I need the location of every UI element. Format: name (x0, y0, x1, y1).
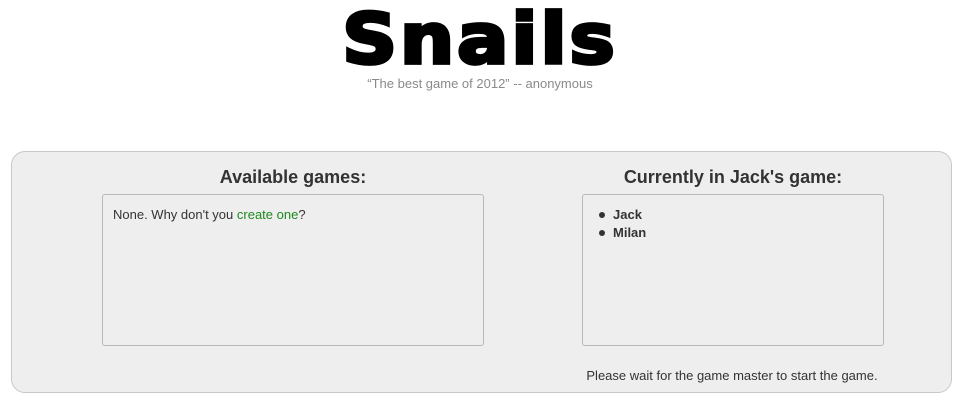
no-games-suffix: ? (298, 207, 306, 222)
available-games-box: None. Why don't you create one? (102, 194, 484, 346)
player-name: Jack (613, 207, 642, 222)
bullet-icon (599, 230, 605, 236)
player-name: Milan (613, 225, 647, 240)
wait-message: Please wait for the game master to start… (586, 368, 878, 383)
player-list: Jack Milan (593, 206, 873, 242)
tagline: “The best game of 2012” -- anonymous (367, 76, 593, 91)
logo: Snails (340, 0, 618, 81)
player-item: Milan (593, 224, 873, 242)
no-games-message: None. Why don't you create one? (113, 207, 473, 222)
player-list-box: Jack Milan (582, 194, 884, 346)
no-games-prefix: None. Why don't you (113, 207, 237, 222)
lobby-panel: Available games: None. Why don't you cre… (11, 151, 952, 393)
create-game-link[interactable]: create one (237, 207, 298, 222)
player-item: Jack (593, 206, 873, 224)
bullet-icon (599, 212, 605, 218)
current-game-title: Currently in Jack's game: (623, 167, 843, 187)
header: Snails “The best game of 2012” -- anonym… (0, 0, 960, 100)
available-games-title: Available games: (219, 167, 367, 187)
